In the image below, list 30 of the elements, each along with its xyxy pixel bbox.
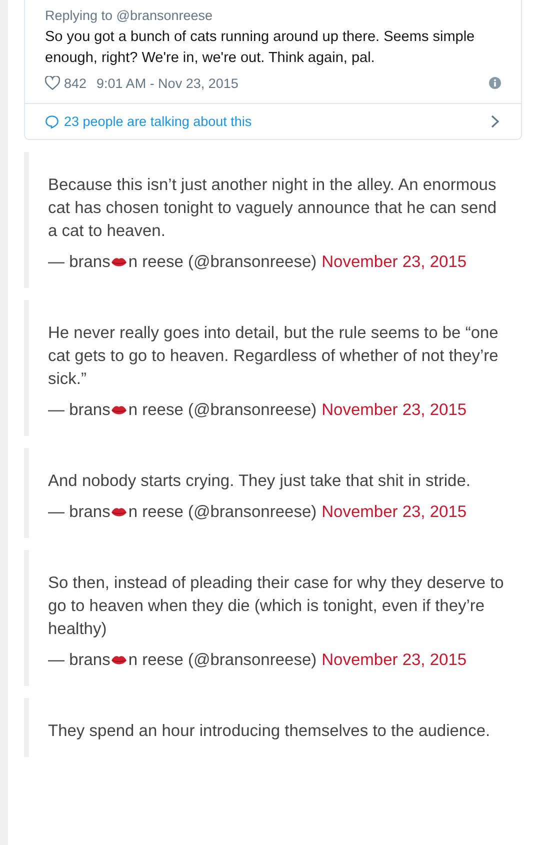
heart-icon[interactable]: [45, 76, 60, 90]
quote-text: And nobody starts crying. They just take that shit in stride.: [48, 471, 472, 492]
info-icon[interactable]: [489, 77, 501, 89]
speech-bubble-icon: [45, 114, 59, 128]
replying-to-text: Replying to @bransonreese: [45, 7, 214, 25]
tweet-text: So you got a bunch of cats running around up there. Seems simple enough, right? We're in, we're out. Think again, pal.: [45, 28, 476, 68]
date-link[interactable]: November 23, 2015: [322, 399, 467, 422]
lips-icon: [111, 507, 128, 518]
author-text: n reese (@bransonreese): [128, 400, 317, 421]
chevron-right-icon: [491, 115, 499, 128]
lips-icon: [111, 655, 128, 666]
date-link[interactable]: November 23, 2015: [322, 649, 467, 672]
author-text: — brans: [48, 650, 110, 671]
quote-text: Because this isn’t just another night in the alley. An enormous cat has chosen tonight to vaguely announce that he can send a cat to heaven.: [48, 175, 498, 242]
date-link[interactable]: November 23, 2015: [322, 251, 467, 274]
like-count: 842: [64, 76, 87, 90]
conversation-link[interactable]: 23 people are talking about this: [25, 103, 521, 139]
date-link[interactable]: November 23, 2015: [322, 501, 467, 524]
tweet-timestamp[interactable]: 9:01 AM - Nov 23, 2015: [96, 76, 238, 90]
quote-text: They spend an hour introducing themselves to the audience.: [48, 721, 492, 742]
lips-icon: [111, 257, 128, 268]
author-text: — brans: [48, 252, 110, 273]
lips-icon: [111, 405, 128, 416]
author-text: — brans: [48, 502, 110, 523]
author-text: — brans: [48, 400, 110, 421]
author-text: n reese (@bransonreese): [128, 252, 317, 273]
author-text: n reese (@bransonreese): [128, 502, 317, 523]
quote-text: So then, instead of pleading their case for why they deserve to go to heaven when they die (which is tonight, even if they’re healthy): [48, 573, 505, 640]
quote-text: He never really goes into detail, but the rule seems to be “one cat gets to go to heaven. Regardless of whether of not they’re sick.”: [48, 323, 500, 390]
author-text: n reese (@bransonreese): [128, 650, 317, 671]
